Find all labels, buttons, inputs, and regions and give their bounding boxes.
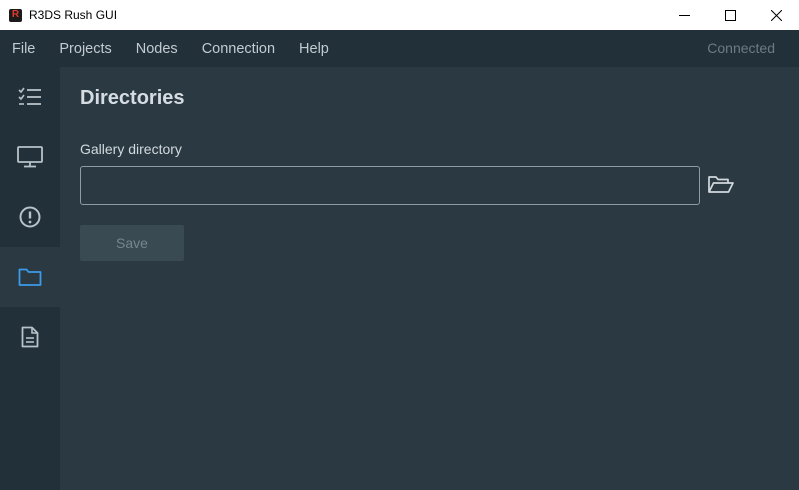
page-title: Directories: [80, 87, 185, 109]
main-panel: Directories Gallery directory Save: [60, 67, 799, 490]
alert-circle-icon: [19, 206, 41, 228]
gallery-directory-input[interactable]: [80, 166, 700, 205]
sidebar-item-tasks[interactable]: [0, 67, 60, 127]
monitor-icon: [17, 146, 43, 168]
sidebar: [0, 67, 60, 490]
close-button[interactable]: [753, 0, 799, 30]
menu-connection[interactable]: Connection: [202, 41, 275, 57]
maximize-icon: [724, 9, 736, 21]
minimize-icon: [678, 14, 690, 16]
checklist-icon: [18, 87, 41, 105]
sidebar-item-logs[interactable]: [0, 307, 60, 367]
sidebar-item-directories[interactable]: [0, 247, 60, 307]
browse-folder-button[interactable]: [706, 173, 736, 197]
folder-open-icon: [708, 176, 734, 193]
gallery-directory-label: Gallery directory: [80, 141, 182, 157]
window-controls: [661, 0, 799, 30]
maximize-button[interactable]: [707, 0, 753, 30]
close-icon: [770, 9, 782, 21]
minimize-button[interactable]: [661, 0, 707, 30]
menu-file[interactable]: File: [12, 41, 35, 57]
app-logo-icon: R: [9, 8, 22, 22]
menu-projects[interactable]: Projects: [59, 41, 111, 57]
folder-icon: [18, 268, 42, 286]
menu-help[interactable]: Help: [299, 41, 329, 57]
window-title: R3DS Rush GUI: [29, 8, 118, 22]
sidebar-item-errors[interactable]: [0, 187, 60, 247]
save-button[interactable]: Save: [80, 225, 184, 261]
connection-status: Connected: [707, 40, 775, 56]
title-bar: R R3DS Rush GUI: [0, 0, 799, 30]
sidebar-item-nodes[interactable]: [0, 127, 60, 187]
document-icon: [21, 326, 39, 348]
menu-bar: File Projects Nodes Connection Help Conn…: [0, 30, 799, 67]
menu-nodes[interactable]: Nodes: [136, 41, 178, 57]
